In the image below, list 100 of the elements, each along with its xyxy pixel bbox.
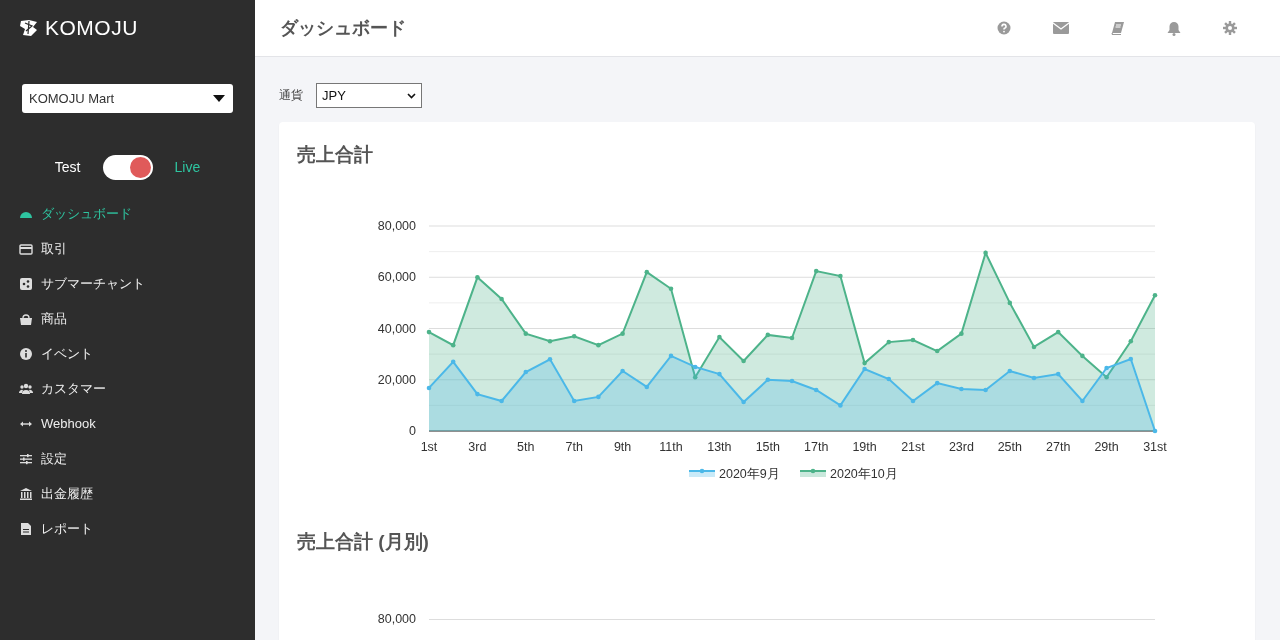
nav-item[interactable]: レポート bbox=[19, 511, 233, 546]
test-label: Test bbox=[54, 159, 81, 175]
data-point bbox=[1152, 292, 1158, 298]
data-point bbox=[789, 378, 795, 384]
card-icon bbox=[19, 241, 33, 256]
nav-item[interactable]: イベント bbox=[19, 336, 233, 371]
data-point bbox=[886, 376, 892, 382]
data-point bbox=[886, 339, 892, 345]
nav-item[interactable]: サブマーチャント bbox=[19, 266, 233, 301]
data-point bbox=[547, 356, 553, 362]
live-label: Live bbox=[174, 159, 201, 175]
nav-item[interactable]: 商品 bbox=[19, 301, 233, 336]
settings-icon[interactable] bbox=[1223, 21, 1237, 35]
data-point bbox=[1152, 428, 1158, 434]
sliders-icon bbox=[19, 451, 33, 466]
legend-swatch[interactable] bbox=[688, 468, 716, 477]
card-title: 売上合計 (月別) bbox=[297, 530, 430, 554]
data-point bbox=[741, 399, 746, 405]
x-axis-label: 13th bbox=[707, 440, 732, 454]
data-point bbox=[1031, 344, 1037, 350]
x-axis-label: 9th bbox=[613, 440, 632, 454]
data-point bbox=[571, 333, 577, 339]
y-axis-label: 60,000 bbox=[377, 270, 416, 285]
x-axis-label: 19th bbox=[852, 440, 877, 454]
legend-label[interactable]: 2020年10月 bbox=[830, 467, 898, 481]
data-point bbox=[910, 337, 916, 343]
data-point bbox=[692, 364, 698, 370]
y-axis-label: 40,000 bbox=[377, 321, 416, 336]
data-point bbox=[426, 329, 432, 335]
bag-icon bbox=[19, 311, 33, 326]
data-point bbox=[717, 371, 722, 377]
data-point bbox=[1031, 375, 1037, 381]
x-axis-label: 23rd bbox=[948, 440, 974, 454]
data-point bbox=[620, 368, 625, 374]
nav-item[interactable]: カスタマー bbox=[19, 371, 233, 406]
nav-item[interactable]: ダッシュボード bbox=[19, 196, 233, 231]
data-point bbox=[1007, 300, 1013, 306]
x-axis-label: 27th bbox=[1046, 440, 1071, 454]
data-point bbox=[1104, 374, 1109, 380]
data-point bbox=[838, 273, 843, 279]
data-point bbox=[547, 339, 553, 344]
data-point bbox=[1007, 368, 1013, 374]
mode-switch[interactable] bbox=[102, 154, 153, 180]
nav-item[interactable]: 取引 bbox=[19, 231, 233, 266]
data-point bbox=[1080, 398, 1085, 404]
data-point bbox=[1128, 339, 1134, 344]
data-point bbox=[499, 296, 504, 302]
data-point bbox=[910, 398, 916, 404]
book-icon[interactable] bbox=[1111, 21, 1125, 35]
data-point bbox=[934, 348, 940, 354]
share-icon bbox=[19, 276, 33, 291]
caret-icon bbox=[213, 95, 225, 102]
bank-icon bbox=[19, 486, 33, 501]
nav-item[interactable]: 設定 bbox=[19, 441, 233, 476]
data-point bbox=[983, 250, 988, 256]
currency-label: 通貨 bbox=[279, 87, 303, 104]
info-icon bbox=[19, 346, 33, 361]
bell-icon[interactable] bbox=[1167, 20, 1181, 36]
nav-item[interactable]: 出金履歴 bbox=[19, 476, 233, 511]
y-axis-label: 20,000 bbox=[377, 372, 416, 387]
data-point bbox=[620, 331, 625, 336]
data-point bbox=[717, 334, 722, 340]
data-point bbox=[1055, 329, 1061, 335]
legend-swatch[interactable] bbox=[799, 468, 827, 477]
mail-icon[interactable] bbox=[1053, 22, 1069, 34]
data-point bbox=[959, 331, 964, 336]
card-title: 売上合計 bbox=[297, 143, 374, 167]
logo-text: KOMOJU bbox=[45, 16, 138, 40]
data-point bbox=[475, 274, 480, 280]
data-point bbox=[644, 384, 650, 390]
x-axis-label: 25th bbox=[997, 440, 1022, 454]
data-point bbox=[426, 385, 432, 391]
x-axis-label: 7th bbox=[565, 440, 583, 454]
help-icon[interactable] bbox=[997, 21, 1011, 35]
y-axis-label: 80,000 bbox=[376, 612, 417, 626]
currency-select[interactable]: JPY bbox=[316, 83, 422, 108]
x-axis-label: 3rd bbox=[468, 440, 487, 454]
data-point bbox=[644, 269, 650, 275]
nav-item[interactable]: Webhook bbox=[19, 406, 233, 441]
x-axis-label: 1st bbox=[420, 440, 438, 454]
x-axis-label: 29th bbox=[1094, 440, 1119, 454]
legend-label[interactable]: 2020年9月 bbox=[719, 467, 780, 481]
data-point bbox=[668, 353, 674, 359]
data-point bbox=[741, 358, 746, 364]
data-point bbox=[765, 377, 771, 383]
data-point bbox=[596, 394, 601, 400]
x-axis-label: 5th bbox=[517, 440, 535, 454]
store-select[interactable]: KOMOJU Mart bbox=[22, 84, 233, 113]
y-axis-label: 0 bbox=[409, 424, 416, 438]
chevron-icon bbox=[407, 92, 416, 99]
data-point bbox=[499, 398, 504, 404]
data-point bbox=[523, 369, 529, 375]
data-point bbox=[668, 286, 674, 292]
document-icon bbox=[19, 521, 33, 536]
data-point bbox=[813, 268, 819, 274]
x-axis-label: 15th bbox=[755, 440, 780, 454]
data-point bbox=[523, 331, 529, 336]
x-axis-label: 31st bbox=[1143, 440, 1167, 454]
data-point bbox=[571, 398, 577, 404]
data-point bbox=[1104, 365, 1109, 371]
